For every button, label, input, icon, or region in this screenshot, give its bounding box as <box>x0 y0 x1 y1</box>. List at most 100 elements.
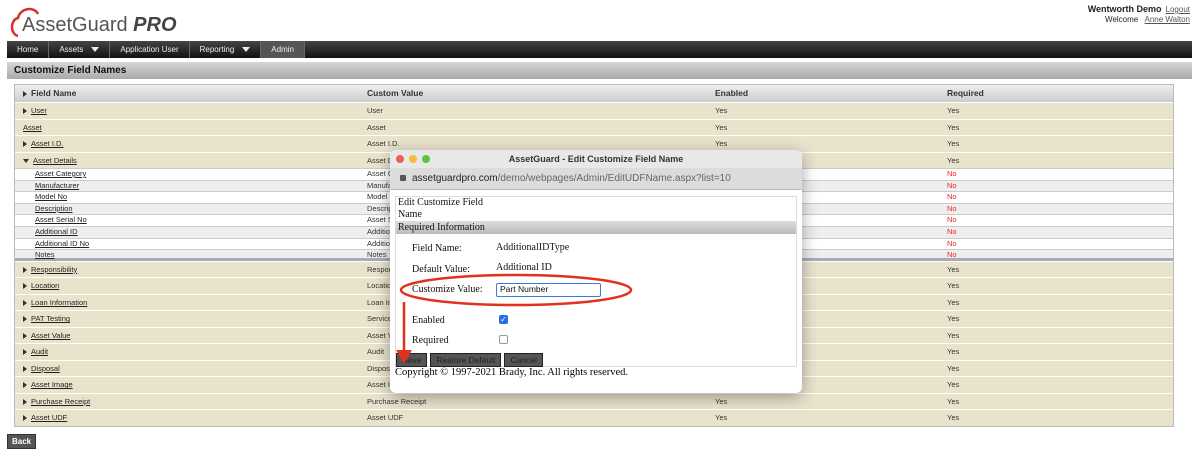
enabled-label: Enabled <box>412 315 445 326</box>
required-info-header: Required Information <box>396 221 796 234</box>
required-value: No <box>947 215 957 225</box>
expand-icon[interactable] <box>23 141 27 148</box>
required-value: No <box>947 250 957 260</box>
nav-label: Reporting <box>199 45 235 54</box>
url-host: assetguardpro.com <box>412 173 498 184</box>
required-value: Yes <box>947 314 960 324</box>
required-value: Yes <box>947 330 960 340</box>
expand-icon[interactable] <box>23 283 27 290</box>
expand-icon[interactable] <box>23 108 27 115</box>
required-value: Yes <box>947 347 960 357</box>
user-name-link[interactable]: Anne Walton <box>1144 15 1190 24</box>
cancel-button[interactable]: Cancel <box>504 353 543 367</box>
required-value: No <box>947 203 957 213</box>
expand-icon[interactable] <box>23 332 27 339</box>
field-name-link[interactable]: Asset I.D. <box>31 139 64 148</box>
close-icon[interactable] <box>396 155 404 163</box>
required-value: No <box>947 238 957 248</box>
back-button[interactable]: Back <box>7 434 37 449</box>
expand-icon <box>23 90 27 97</box>
header-custom-value: Custom Value <box>367 88 424 98</box>
table-row: Asset UDF Asset UDF Yes Yes <box>15 409 1173 426</box>
field-name-link[interactable]: Asset Category <box>35 169 86 178</box>
field-name-link[interactable]: Asset <box>23 123 42 132</box>
logout-link[interactable]: Logout <box>1166 5 1190 14</box>
expand-icon[interactable] <box>23 382 27 389</box>
field-name-link[interactable]: Additional ID <box>35 227 78 236</box>
custom-value: Audit <box>367 347 385 357</box>
required-value: Yes <box>947 139 960 148</box>
minimize-icon[interactable] <box>409 155 417 163</box>
field-name-link[interactable]: Asset UDF <box>31 413 67 422</box>
field-name-link[interactable]: Asset Serial No <box>35 215 87 224</box>
customize-value-input[interactable]: Part Number <box>496 283 601 297</box>
custom-value: Asset UDF <box>367 413 404 423</box>
dialog-heading: Edit Customize Field Name <box>398 197 483 220</box>
nav-application-user[interactable]: Application User <box>110 41 190 58</box>
required-label: Required <box>412 335 449 346</box>
nav-reporting[interactable]: Reporting <box>190 41 262 58</box>
expand-icon[interactable] <box>23 415 27 422</box>
expand-icon[interactable] <box>23 316 27 323</box>
custom-value: Asset I.D. <box>367 139 400 148</box>
field-name-link[interactable]: User <box>31 106 47 115</box>
required-value: Yes <box>947 396 960 406</box>
expand-icon[interactable] <box>23 349 27 356</box>
header-field-name[interactable]: Field Name <box>23 85 76 102</box>
chevron-down-icon[interactable] <box>242 47 251 52</box>
expand-icon[interactable] <box>23 266 27 273</box>
url-bar: assetguardpro.com/demo/webpages/Admin/Ed… <box>390 168 802 190</box>
nav-label: Admin <box>271 45 294 54</box>
custom-value: User <box>367 106 383 115</box>
expand-icon[interactable] <box>23 365 27 372</box>
restore-default-button[interactable]: Restore Default <box>430 353 502 367</box>
required-value: Yes <box>947 380 960 390</box>
required-value: Yes <box>947 363 960 373</box>
user-info: Wentworth Demo Logout Welcome Anne Walton <box>1088 4 1190 25</box>
required-value: No <box>947 180 957 190</box>
field-name-link[interactable]: Audit <box>31 347 48 356</box>
field-name-link[interactable]: Asset Details <box>33 156 77 165</box>
custom-value: Purchase Receipt <box>367 396 427 406</box>
maximize-icon[interactable] <box>422 155 430 163</box>
field-name-link[interactable]: Responsibility <box>31 265 77 274</box>
field-name-link[interactable]: Additional ID No <box>35 239 89 248</box>
save-button[interactable]: Save <box>396 353 428 367</box>
required-value: No <box>947 192 957 202</box>
required-value: Yes <box>947 122 960 132</box>
field-name-link[interactable]: Purchase Receipt <box>31 397 90 406</box>
enabled-value: Yes <box>715 396 728 406</box>
chevron-down-icon[interactable] <box>91 47 100 52</box>
brand-suffix: PRO <box>133 14 177 36</box>
field-name-link[interactable]: Description <box>35 204 73 213</box>
required-value: Yes <box>947 106 960 115</box>
expand-icon[interactable] <box>23 299 27 306</box>
field-name-link[interactable]: Asset Image <box>31 380 73 389</box>
required-value: Yes <box>947 297 960 307</box>
customize-value-label: Customize Value: <box>412 284 483 295</box>
lock-icon <box>400 175 406 181</box>
nav-home[interactable]: Home <box>7 41 50 58</box>
dialog-content: Edit Customize Field Name Required Infor… <box>395 196 797 367</box>
field-name-link[interactable]: Manufacturer <box>35 181 79 190</box>
field-name-link[interactable]: Location <box>31 281 59 290</box>
header-enabled: Enabled <box>715 88 749 98</box>
field-name-label: Field Name: <box>412 243 462 254</box>
field-name-link[interactable]: Model No <box>35 192 67 201</box>
field-name-link[interactable]: Asset Value <box>31 331 70 340</box>
required-checkbox[interactable] <box>499 335 508 344</box>
field-name-link[interactable]: Loan Information <box>31 298 87 307</box>
required-value: No <box>947 169 957 178</box>
expand-icon[interactable] <box>23 398 27 405</box>
nav-assets[interactable]: Assets <box>49 41 111 58</box>
field-name-link[interactable]: Disposal <box>31 364 60 373</box>
field-name-link[interactable]: Notes <box>35 250 55 259</box>
main-nav: Home Assets Application User Reporting Admin <box>7 41 1192 58</box>
table-row: User User Yes Yes <box>15 102 1173 119</box>
required-value: No <box>947 226 957 236</box>
nav-admin[interactable]: Admin <box>261 41 305 58</box>
field-name-value: AdditionalIDType <box>496 242 570 253</box>
field-name-link[interactable]: PAT Testing <box>31 314 70 323</box>
collapse-icon[interactable] <box>23 158 29 163</box>
enabled-checkbox[interactable]: ✓ <box>499 315 508 324</box>
